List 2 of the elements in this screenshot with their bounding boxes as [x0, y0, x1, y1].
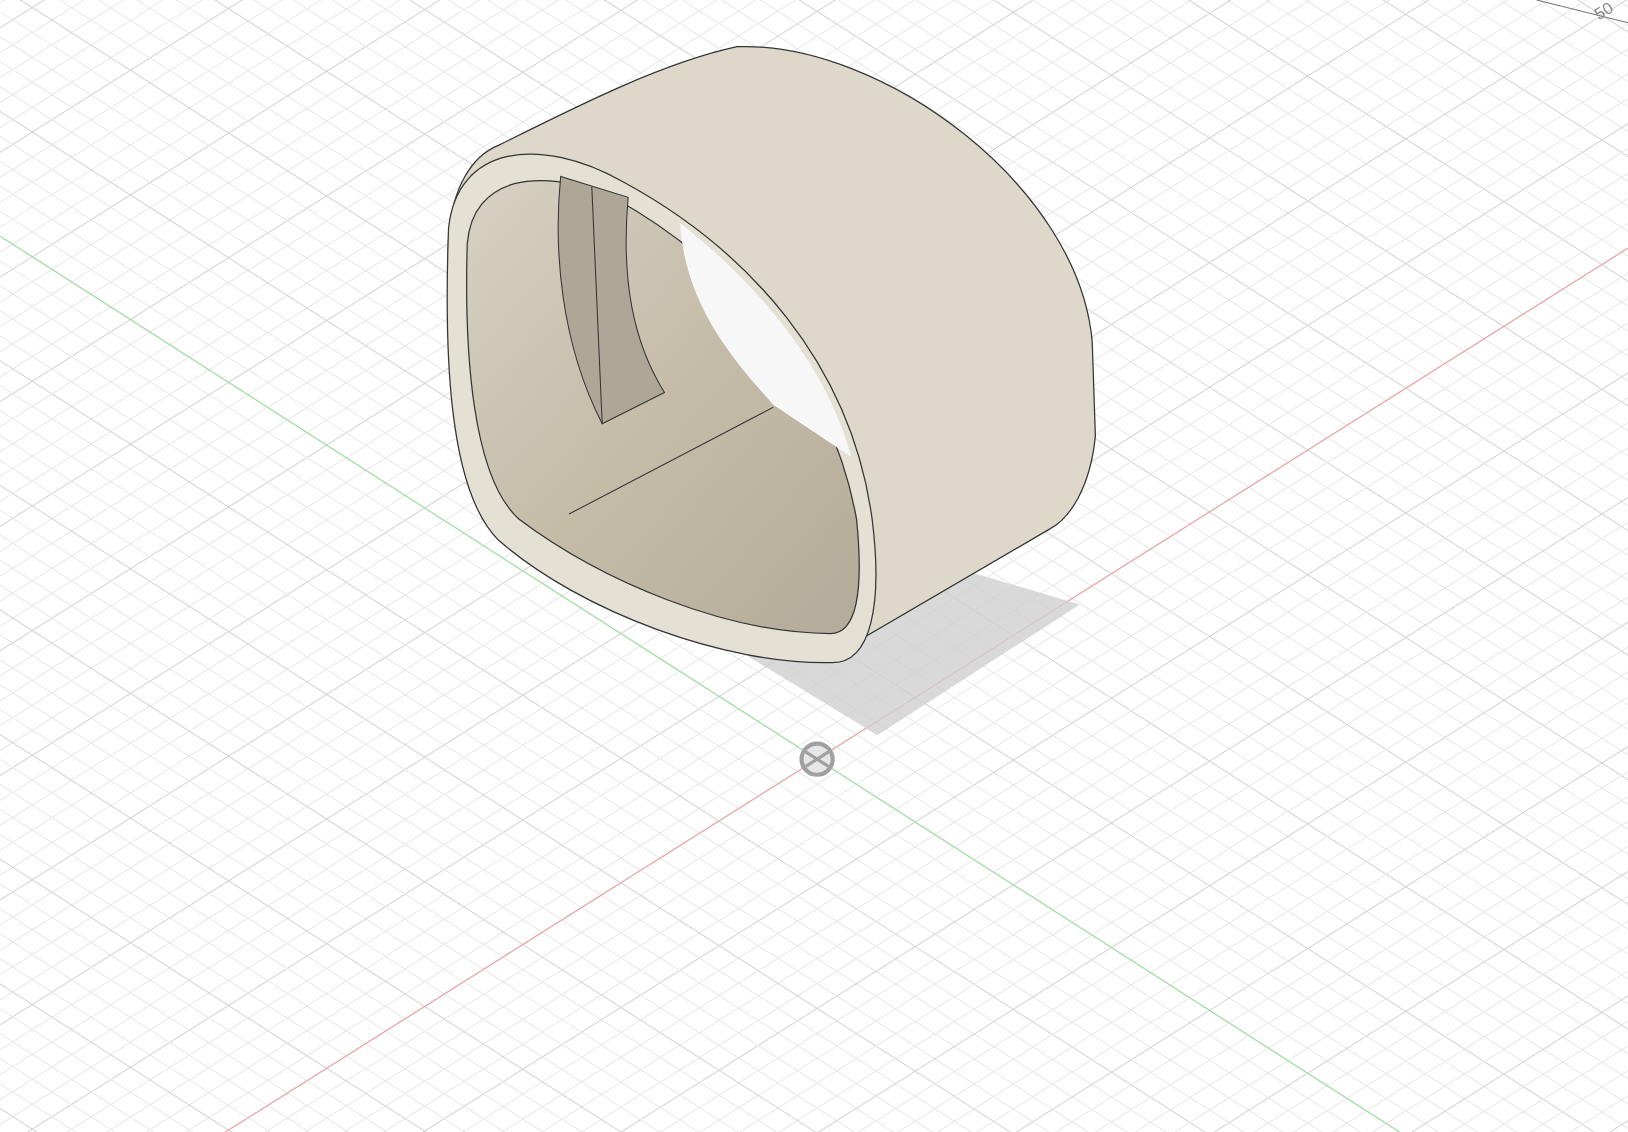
- grid-dimension-label: 50: [1590, 0, 1617, 24]
- origin-marker-icon: [799, 741, 835, 777]
